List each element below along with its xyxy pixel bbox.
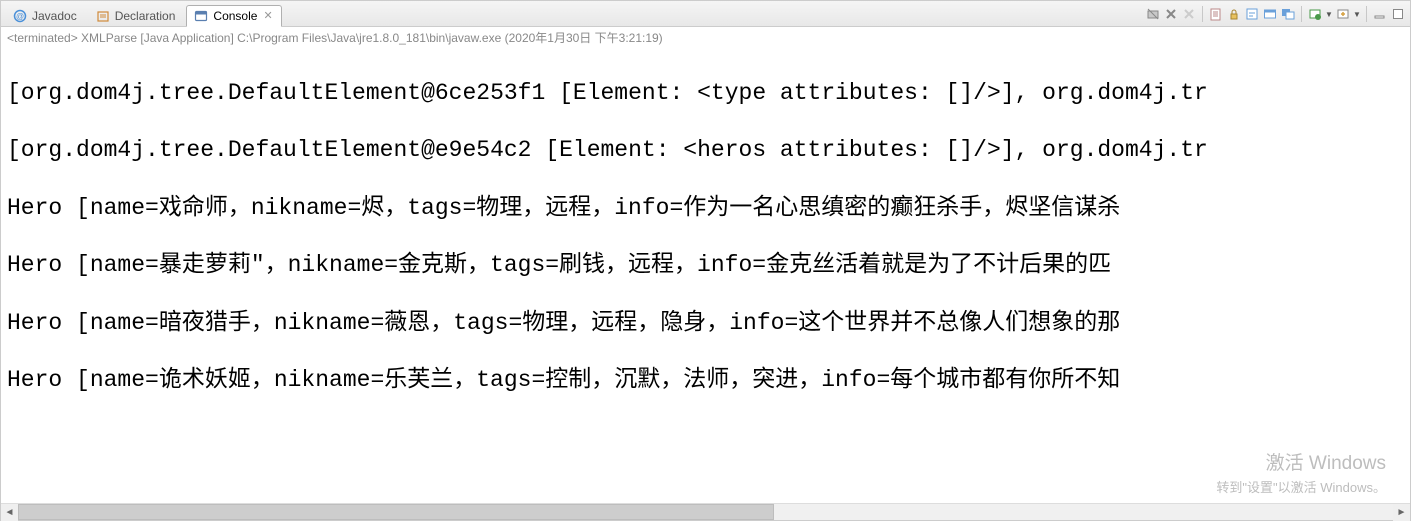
tab-label: Declaration bbox=[115, 9, 176, 23]
console-line: [org.dom4j.tree.DefaultElement@6ce253f1 … bbox=[7, 79, 1404, 108]
separator bbox=[1202, 6, 1203, 22]
tab-label: Javadoc bbox=[32, 9, 77, 23]
tab-label: Console bbox=[213, 9, 257, 23]
remove-launch-icon[interactable] bbox=[1145, 6, 1161, 22]
separator bbox=[1366, 6, 1367, 22]
console-toolbar: ▼ ▼ bbox=[1145, 1, 1406, 27]
tab-javadoc[interactable]: @ Javadoc bbox=[5, 4, 86, 26]
remove-all-terminated-icon[interactable] bbox=[1163, 6, 1179, 22]
chevron-down-icon[interactable]: ▼ bbox=[1353, 10, 1361, 19]
horizontal-scrollbar[interactable]: ◄ ► bbox=[1, 503, 1410, 520]
scrollbar-thumb[interactable] bbox=[18, 504, 774, 520]
show-console-when-output-icon[interactable] bbox=[1307, 6, 1323, 22]
console-line: Hero [name=诡术妖姬，nikname=乐芙兰，tags=控制，沉默，法… bbox=[7, 366, 1404, 395]
chevron-down-icon[interactable]: ▼ bbox=[1325, 10, 1333, 19]
pin-console-icon[interactable] bbox=[1262, 6, 1278, 22]
remove-all-terminated-disabled-icon bbox=[1181, 6, 1197, 22]
console-line: Hero [name=戏命师，nikname=烬，tags=物理，远程，info… bbox=[7, 194, 1404, 223]
separator bbox=[1301, 6, 1302, 22]
scroll-left-arrow-icon[interactable]: ◄ bbox=[1, 504, 18, 521]
maximize-icon[interactable] bbox=[1390, 6, 1406, 22]
word-wrap-icon[interactable] bbox=[1244, 6, 1260, 22]
console-output[interactable]: [org.dom4j.tree.DefaultElement@6ce253f1 … bbox=[1, 48, 1410, 504]
tabs-container: @ Javadoc Declaration Console ✕ bbox=[1, 1, 282, 26]
status-text: <terminated> XMLParse [Java Application]… bbox=[7, 31, 663, 45]
close-icon[interactable]: ✕ bbox=[263, 9, 272, 22]
view-tab-bar: @ Javadoc Declaration Console ✕ bbox=[1, 1, 1410, 27]
clear-console-icon[interactable] bbox=[1208, 6, 1224, 22]
scrollbar-track[interactable] bbox=[18, 504, 1393, 520]
tab-declaration[interactable]: Declaration bbox=[88, 4, 185, 26]
console-launch-status: <terminated> XMLParse [Java Application]… bbox=[1, 27, 1410, 48]
minimize-icon[interactable] bbox=[1372, 6, 1388, 22]
console-line: Hero [name=暴走萝莉"，nikname=金克斯，tags=刷钱，远程，… bbox=[7, 251, 1404, 280]
scroll-lock-icon[interactable] bbox=[1226, 6, 1242, 22]
declaration-icon bbox=[95, 8, 111, 24]
svg-text:@: @ bbox=[16, 12, 24, 21]
tab-console[interactable]: Console ✕ bbox=[186, 5, 281, 27]
console-icon bbox=[193, 8, 209, 24]
console-line: [org.dom4j.tree.DefaultElement@e9e54c2 [… bbox=[7, 136, 1404, 165]
display-selected-console-icon[interactable] bbox=[1280, 6, 1296, 22]
console-line: Hero [name=暗夜猎手，nikname=薇恩，tags=物理，远程，隐身… bbox=[7, 309, 1404, 338]
javadoc-icon: @ bbox=[12, 8, 28, 24]
open-console-icon[interactable] bbox=[1335, 6, 1351, 22]
scroll-right-arrow-icon[interactable]: ► bbox=[1393, 504, 1410, 521]
